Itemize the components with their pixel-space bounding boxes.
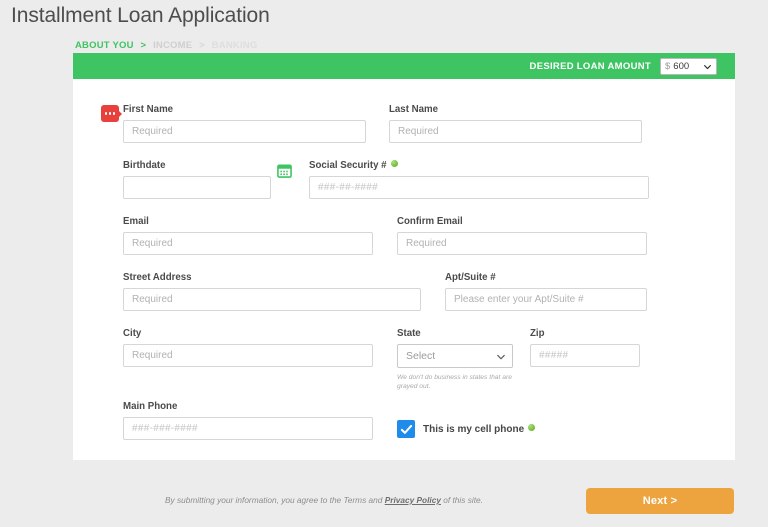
confirm-email-label: Confirm Email [397, 216, 463, 227]
social-security-label: Social Security # [309, 160, 649, 171]
birthdate-field-group: Birthdate [123, 160, 292, 199]
state-select[interactable]: Select [397, 344, 513, 368]
birthdate-input[interactable] [123, 176, 271, 199]
street-address-label: Street Address [123, 272, 192, 283]
street-address-input[interactable] [123, 288, 421, 311]
legal-prefix: By submitting your information, you agre… [165, 495, 385, 505]
cell-phone-checkbox-label-text: This is my cell phone [423, 423, 525, 435]
form-row-email: Email Confirm Email [95, 216, 713, 255]
zip-label: Zip [530, 328, 545, 339]
state-label: State [397, 328, 421, 339]
cell-phone-checkbox-group[interactable]: This is my cell phone [397, 420, 536, 440]
breadcrumb-step-banking: BANKING [211, 40, 258, 51]
first-name-input[interactable] [123, 120, 366, 143]
first-name-label: First Name [123, 104, 174, 115]
desired-loan-amount-label: DESIRED LOAN AMOUNT [529, 60, 651, 72]
required-tooltip-icon[interactable] [101, 105, 119, 122]
breadcrumb-step-about-you[interactable]: ABOUT YOU [75, 40, 134, 52]
zip-input[interactable] [530, 344, 640, 367]
legal-disclaimer: By submitting your information, you agre… [165, 495, 483, 505]
state-field-group: State Select We don't do business in sta… [397, 328, 513, 391]
main-phone-label: Main Phone [123, 401, 178, 412]
state-availability-note: We don't do business in states that are … [397, 374, 512, 390]
last-name-field-group: Last Name [389, 104, 642, 143]
form-row-name: First Name Last Name [95, 104, 713, 143]
confirm-email-field-group: Confirm Email [397, 216, 647, 255]
page-title: Installment Loan Application [11, 4, 270, 27]
next-button[interactable]: Next > [586, 488, 734, 514]
zip-field-group: Zip [530, 328, 640, 367]
breadcrumb: ABOUT YOU > INCOME > BANKING [75, 40, 257, 52]
email-field-group: Email [123, 216, 373, 255]
city-input[interactable] [123, 344, 373, 367]
calendar-icon[interactable] [277, 163, 292, 178]
loan-amount-value: 600 [673, 60, 690, 72]
chevron-down-icon [704, 63, 711, 70]
street-address-field-group: Street Address [123, 272, 421, 311]
city-field-group: City [123, 328, 373, 367]
apt-suite-input[interactable] [445, 288, 647, 311]
city-label: City [123, 328, 142, 339]
form-footer: By submitting your information, you agre… [73, 480, 735, 520]
first-name-field-group: First Name [101, 104, 366, 143]
social-security-label-text: Social Security # [309, 160, 387, 171]
desired-loan-amount-bar: DESIRED LOAN AMOUNT $ 600 [73, 53, 735, 79]
checkmark-icon [400, 423, 413, 436]
form-row-city-state-zip: City State Select We don't do business i… [95, 328, 713, 391]
birthdate-label: Birthdate [123, 160, 166, 171]
legal-suffix: of this site. [440, 495, 483, 505]
main-phone-field-group: Main Phone [123, 401, 373, 440]
form-row-birth-ssn: Birthdate Social Security # ###-##-#### [95, 160, 713, 199]
form-row-phone: Main Phone This is my cell phone [95, 401, 713, 440]
last-name-label: Last Name [389, 104, 438, 115]
apt-suite-field-group: Apt/Suite # [445, 272, 647, 311]
privacy-policy-link[interactable]: Privacy Policy [385, 495, 441, 505]
application-form: First Name Last Name Birthdate [73, 79, 735, 440]
last-name-input[interactable] [389, 120, 642, 143]
social-security-input[interactable] [309, 176, 649, 199]
form-row-address: Street Address Apt/Suite # [95, 272, 713, 311]
state-selected-value: Select [406, 350, 436, 362]
breadcrumb-separator-icon: > [140, 40, 147, 51]
email-label: Email [123, 216, 149, 227]
breadcrumb-separator-icon-2: > [199, 40, 205, 51]
cell-phone-checkbox-label: This is my cell phone [423, 423, 536, 435]
apt-suite-label: Apt/Suite # [445, 272, 496, 283]
help-dot-icon[interactable] [390, 160, 398, 167]
currency-symbol: $ [665, 60, 671, 72]
main-phone-input[interactable] [123, 417, 373, 440]
chevron-down-icon [497, 352, 505, 360]
cell-phone-checkbox[interactable] [397, 420, 415, 438]
application-card: DESIRED LOAN AMOUNT $ 600 First Name Las… [73, 53, 735, 460]
breadcrumb-step-income: INCOME [153, 40, 193, 51]
social-security-field-group: Social Security # [309, 160, 649, 199]
help-dot-icon[interactable] [528, 423, 536, 431]
email-input[interactable] [123, 232, 373, 255]
loan-amount-select[interactable]: $ 600 [660, 57, 717, 75]
confirm-email-input[interactable] [397, 232, 647, 255]
